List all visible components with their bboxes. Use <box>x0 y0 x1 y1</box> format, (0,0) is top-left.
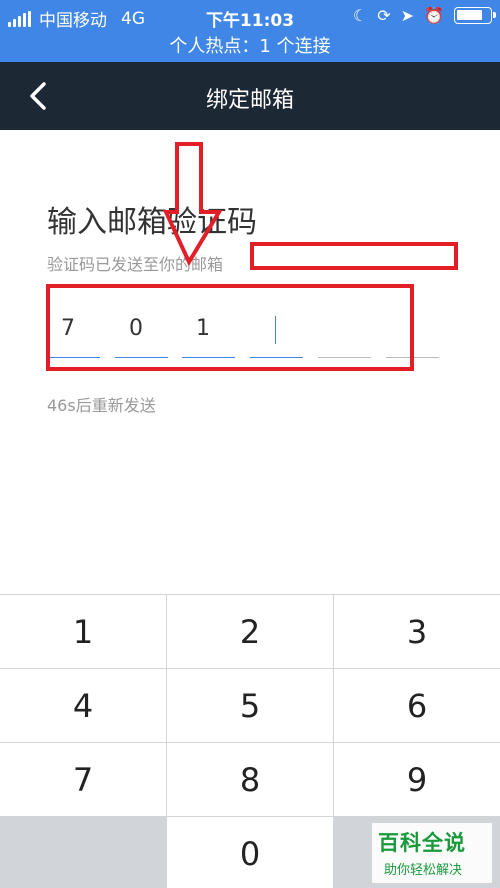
page-title: 绑定邮箱 <box>205 88 294 113</box>
key-3[interactable]: 3 <box>334 595 500 668</box>
rotation-lock-icon: ⟳ <box>377 6 391 25</box>
redaction-box <box>250 242 458 270</box>
annotation-highlight-box <box>46 284 414 371</box>
key-7[interactable]: 7 <box>0 743 166 816</box>
battery-icon <box>454 7 496 24</box>
key-8[interactable]: 8 <box>167 743 333 816</box>
hotspot-banner[interactable]: 个人热点：1 个连接 <box>0 32 500 58</box>
key-0[interactable]: 0 <box>167 817 333 888</box>
code-heading: 输入邮箱验证码 <box>47 205 257 240</box>
location-icon: ➤ <box>400 6 415 25</box>
watermark-title: 百科全说 <box>378 831 466 855</box>
moon-icon: ☾ <box>352 6 368 25</box>
status-bar: 中国移动 4G 下午11:03 ☾ ⟳ ➤ ⏰ 个人热点：1 个连接 <box>0 0 500 62</box>
key-5[interactable]: 5 <box>167 669 333 742</box>
watermark-subtitle: 助你轻松解决 <box>384 863 463 878</box>
watermark-logo: 百科全说 助你轻松解决 <box>372 823 492 883</box>
nav-bar: 绑定邮箱 <box>0 62 500 130</box>
resend-countdown: 46s后重新发送 <box>47 396 156 415</box>
key-4[interactable]: 4 <box>0 669 166 742</box>
key-2[interactable]: 2 <box>167 595 333 668</box>
annotation-arrow-icon <box>163 142 223 267</box>
alarm-icon: ⏰ <box>424 6 444 25</box>
key-1[interactable]: 1 <box>0 595 166 668</box>
key-6[interactable]: 6 <box>334 669 500 742</box>
key-blank <box>0 817 166 888</box>
key-9[interactable]: 9 <box>334 743 500 816</box>
